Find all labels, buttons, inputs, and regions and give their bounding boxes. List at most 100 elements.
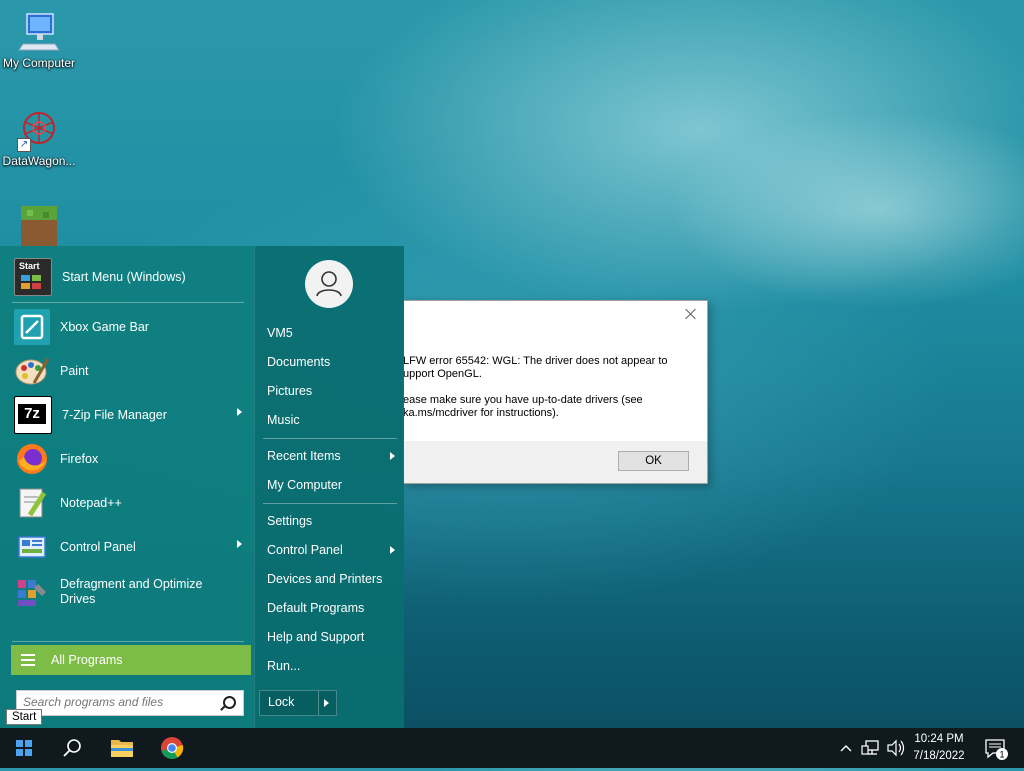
- notification-icon: 1: [985, 739, 1008, 760]
- lock-label: Lock: [268, 695, 295, 709]
- desktop-icon-my-computer[interactable]: My Computer: [0, 10, 79, 70]
- notification-count: 1: [999, 750, 1004, 760]
- firefox-icon: [14, 441, 50, 477]
- place-label: Help and Support: [267, 630, 365, 644]
- minecraft-icon: [17, 204, 61, 248]
- program-label: Notepad++: [60, 495, 122, 510]
- desktop-icon-datawagon[interactable]: ↗ DataWagon...: [0, 108, 79, 168]
- program-firefox[interactable]: Firefox: [10, 438, 246, 480]
- list-icon: [21, 651, 35, 669]
- shortcut-arrow-icon: ↗: [17, 138, 31, 152]
- place-label: Music: [267, 413, 300, 427]
- separator: [263, 438, 397, 439]
- program-label: Control Panel: [60, 539, 136, 554]
- place-label: Recent Items: [267, 449, 341, 463]
- program-paint[interactable]: Paint: [10, 350, 246, 392]
- place-label: Run...: [267, 659, 301, 673]
- ok-button[interactable]: OK: [618, 451, 689, 471]
- program-start-menu-windows[interactable]: Start Start Menu (Windows): [10, 256, 246, 298]
- taskbar-search-button[interactable]: [48, 728, 96, 768]
- desktop-icon-label: DataWagon...: [2, 154, 76, 168]
- search-icon: [63, 739, 81, 757]
- program-label: Defragment and Optimize Drives: [60, 577, 203, 606]
- close-icon[interactable]: [684, 307, 698, 321]
- lock-options-arrow-icon[interactable]: [324, 699, 329, 707]
- program-notepadpp[interactable]: Notepad++: [10, 482, 246, 524]
- program-defragment[interactable]: Defragment and Optimize Drives: [10, 570, 246, 614]
- submenu-arrow-icon: [237, 540, 242, 548]
- chevron-up-icon: [840, 745, 852, 752]
- taskbar-clock[interactable]: 10:24 PM 7/18/2022: [900, 731, 978, 765]
- place-default-programs[interactable]: Default Programs: [267, 597, 397, 619]
- start-menu-programs-pane: Start Start Menu (Windows) Xbox Game Bar…: [0, 246, 254, 728]
- separator: [12, 641, 244, 642]
- desktop-icon-label: My Computer: [2, 56, 76, 70]
- separator: [12, 302, 244, 303]
- place-settings[interactable]: Settings: [267, 510, 397, 532]
- program-label: Start Menu (Windows): [62, 269, 186, 284]
- taskbar: 10:24 PM 7/18/2022 1: [0, 728, 1024, 768]
- submenu-arrow-icon: [390, 546, 395, 554]
- search-icon[interactable]: [223, 696, 236, 709]
- start-icon-text: Start: [19, 261, 40, 271]
- datawagon-icon: ↗: [17, 108, 61, 152]
- search-box: [16, 690, 244, 716]
- computer-icon: [17, 10, 61, 54]
- place-help-and-support[interactable]: Help and Support: [267, 626, 397, 648]
- control-panel-icon: [14, 529, 50, 565]
- program-label: Xbox Game Bar: [60, 319, 149, 334]
- xbox-game-bar-icon: [14, 309, 50, 345]
- program-xbox-game-bar[interactable]: Xbox Game Bar: [10, 306, 246, 348]
- place-devices-and-printers[interactable]: Devices and Printers: [267, 568, 397, 590]
- start-menu-places-pane: VM5 Documents Pictures Music Recent Item…: [254, 246, 404, 728]
- submenu-arrow-icon: [390, 452, 395, 460]
- taskbar-chrome[interactable]: [148, 728, 196, 768]
- start-tooltip: Start: [6, 709, 43, 725]
- start-menu-app-icon: Start: [14, 258, 52, 296]
- dialog-message-line: ease make sure you have up-to-date drive…: [403, 394, 643, 419]
- place-label: Default Programs: [267, 601, 365, 615]
- place-music[interactable]: Music: [267, 409, 397, 431]
- program-label: Paint: [60, 363, 89, 378]
- user-avatar[interactable]: [305, 260, 353, 308]
- place-run[interactable]: Run...: [267, 655, 397, 677]
- place-label: VM5: [267, 326, 293, 340]
- all-programs-label: All Programs: [51, 653, 123, 667]
- start-button[interactable]: [0, 728, 48, 768]
- 7zip-icon: 7z: [14, 396, 52, 434]
- program-7zip[interactable]: 7z 7-Zip File Manager: [10, 394, 246, 436]
- program-control-panel[interactable]: Control Panel: [10, 526, 246, 568]
- place-my-computer[interactable]: My Computer: [267, 474, 397, 496]
- place-label: Documents: [267, 355, 331, 369]
- network-tray-button[interactable]: [858, 728, 884, 768]
- place-label: My Computer: [267, 478, 343, 492]
- place-control-panel[interactable]: Control Panel: [267, 539, 397, 561]
- error-dialog: LFW error 65542: WGL: The driver does no…: [403, 300, 708, 484]
- start-menu: Start Start Menu (Windows) Xbox Game Bar…: [0, 246, 404, 728]
- program-label: 7-Zip File Manager: [62, 407, 167, 422]
- dialog-message-line: LFW error 65542: WGL: The driver does no…: [403, 355, 668, 380]
- search-input[interactable]: [17, 691, 219, 713]
- lock-divider: [318, 691, 319, 715]
- submenu-arrow-icon: [237, 408, 242, 416]
- user-icon: [316, 271, 342, 297]
- clock-date: 7/18/2022: [913, 750, 965, 762]
- separator: [263, 503, 397, 504]
- folder-icon: [111, 740, 133, 757]
- chrome-icon: [161, 737, 184, 759]
- place-documents[interactable]: Documents: [267, 351, 397, 373]
- place-label: Settings: [267, 514, 313, 528]
- all-programs-button[interactable]: All Programs: [11, 645, 251, 675]
- lock-button[interactable]: Lock: [259, 690, 337, 716]
- clock-time: 10:24 PM: [914, 733, 964, 745]
- place-recent-items[interactable]: Recent Items: [267, 445, 397, 467]
- dialog-footer: OK: [403, 441, 707, 483]
- taskbar-file-explorer[interactable]: [98, 728, 146, 768]
- place-pictures[interactable]: Pictures: [267, 380, 397, 402]
- desktop-icon-minecraft[interactable]: [0, 204, 79, 250]
- action-center-button[interactable]: 1: [976, 728, 1016, 768]
- paint-icon: [14, 353, 50, 389]
- place-user-folder[interactable]: VM5: [267, 322, 397, 344]
- place-label: Control Panel: [267, 543, 343, 557]
- show-hidden-icons-button[interactable]: [834, 728, 858, 768]
